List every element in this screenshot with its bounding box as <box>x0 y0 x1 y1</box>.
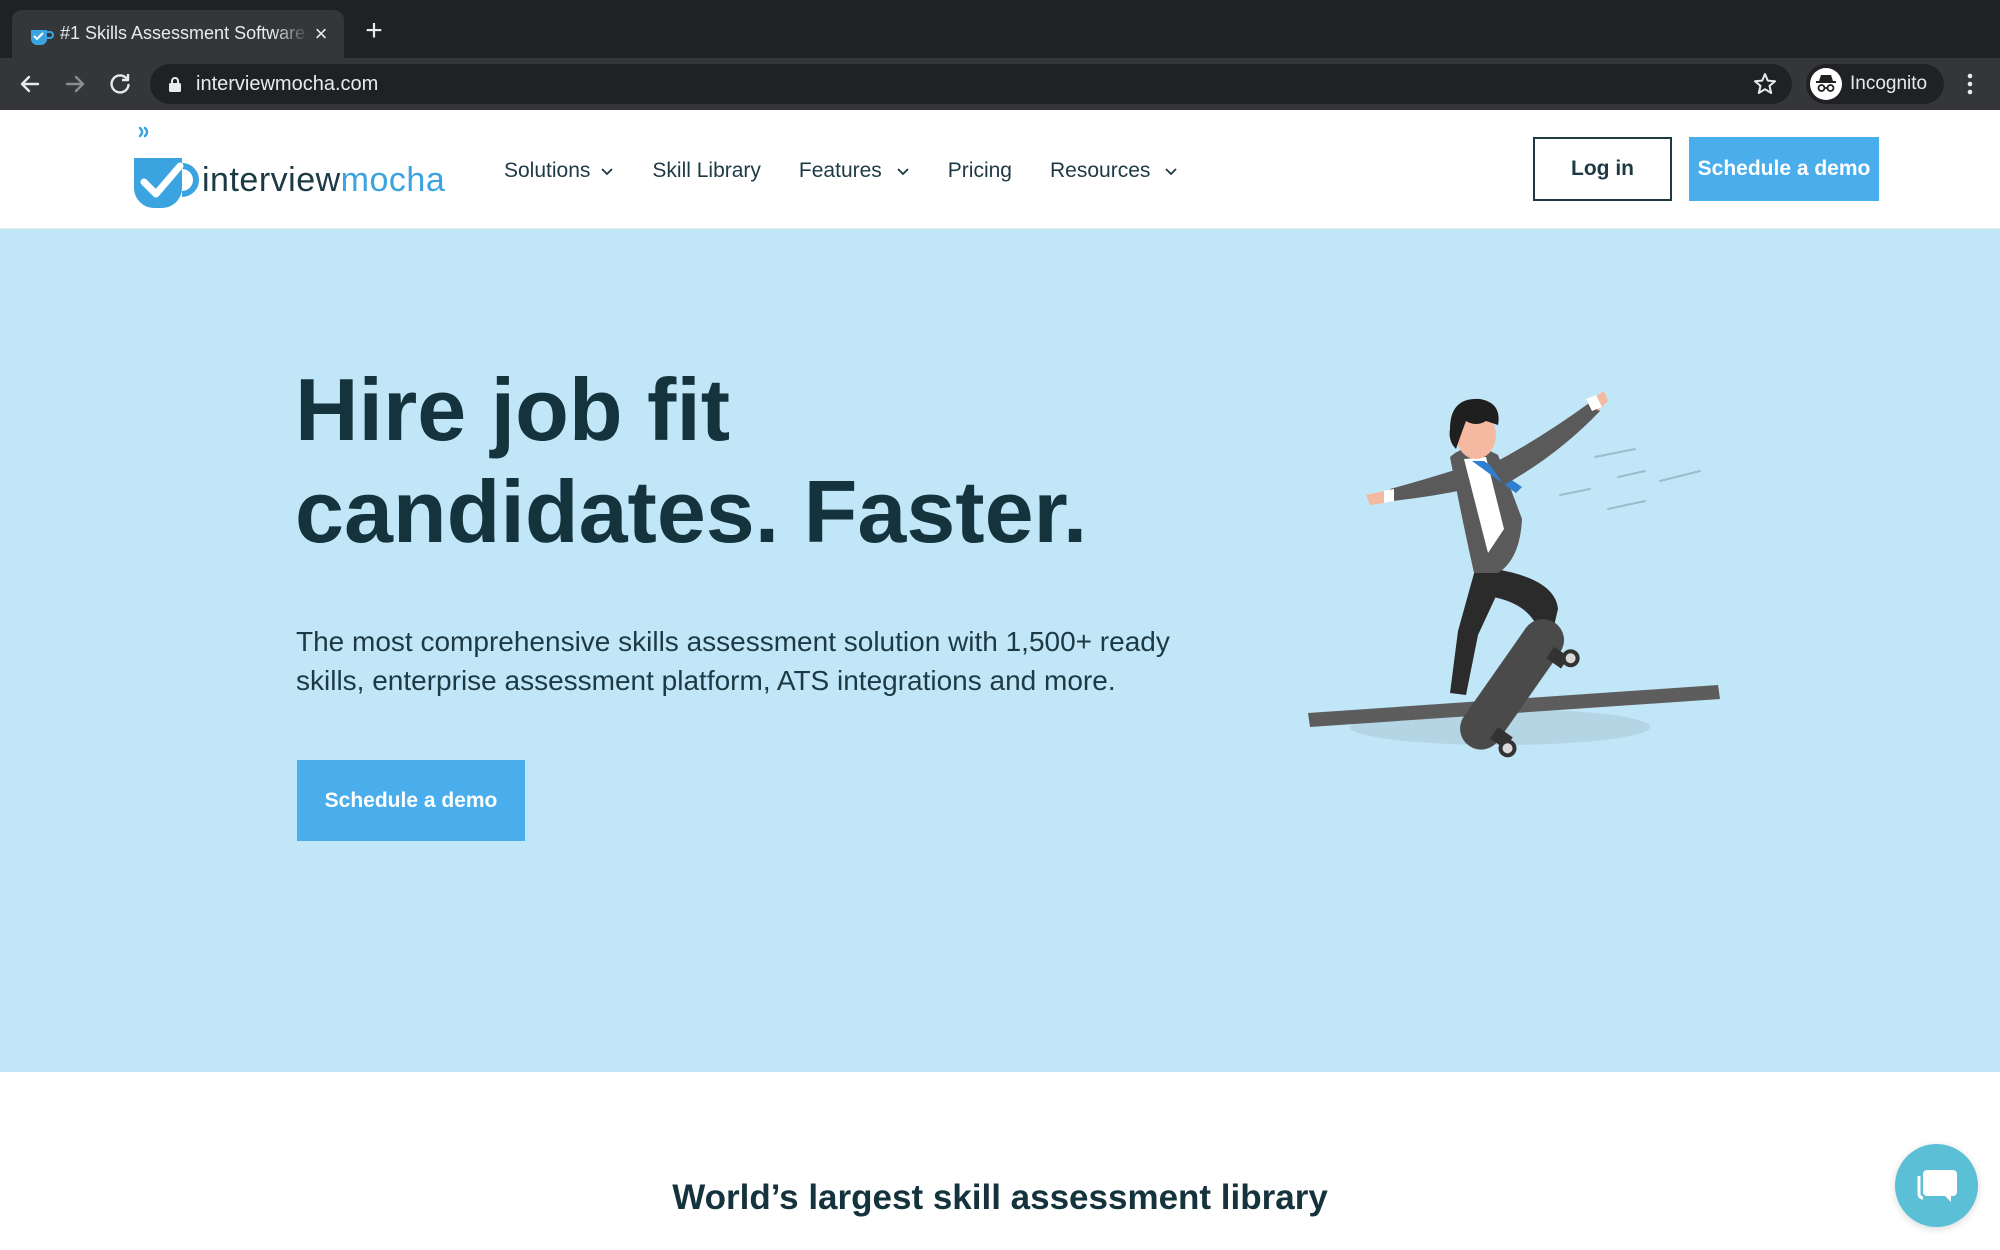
mug-favicon-icon <box>31 30 54 45</box>
hero-title-line-2: candidates. Faster. <box>295 462 1088 561</box>
back-icon[interactable] <box>16 70 44 98</box>
login-button[interactable]: Log in <box>1533 137 1672 201</box>
nav-label: Solutions <box>504 159 591 182</box>
incognito-icon <box>1810 68 1842 100</box>
nav-skill-library[interactable]: Skill Library <box>652 156 761 186</box>
url-text: interviewmocha.com <box>196 73 379 95</box>
tab-close-icon[interactable]: × <box>310 23 332 45</box>
skateboarder-illustration <box>1308 391 1720 758</box>
section-title: World’s largest skill assessment library <box>0 1178 2000 1218</box>
reload-icon[interactable] <box>106 70 134 98</box>
nav-features[interactable]: Features <box>799 156 910 186</box>
schedule-demo-hero-button[interactable]: Schedule a demo <box>297 760 525 841</box>
nav-resources[interactable]: Resources <box>1050 156 1178 186</box>
hero-subtitle: The most comprehensive skills assessment… <box>296 626 1170 696</box>
nav-label: Pricing <box>947 159 1012 182</box>
nav-solutions[interactable]: Solutions <box>504 156 614 186</box>
hero-title: Hire job fit candidates. Faster. <box>295 359 1175 563</box>
new-tab-button[interactable]: + <box>360 16 388 46</box>
chevron-down-icon <box>897 167 909 175</box>
browser-tab[interactable]: #1 Skills Assessment Software × <box>12 10 344 58</box>
chat-widget-button[interactable] <box>1895 1144 1978 1227</box>
lock-icon <box>169 77 181 92</box>
nav-pricing[interactable]: Pricing <box>948 156 1012 186</box>
incognito-profile-button[interactable]: Incognito <box>1806 64 1944 104</box>
chat-icon <box>1917 1170 1957 1202</box>
incognito-label: Incognito <box>1850 73 1928 94</box>
chevron-down-icon <box>601 167 614 175</box>
site-header: interviewmocha Solutions Skill Library F… <box>0 110 2000 229</box>
forward-icon[interactable] <box>61 70 89 98</box>
browser-tab-strip: #1 Skills Assessment Software × + <box>0 0 2000 58</box>
logo-wordmark: interviewmocha <box>202 161 446 199</box>
browser-toolbar: interviewmocha.com Incognito <box>0 58 2000 110</box>
interviewmocha-logo[interactable]: interviewmocha <box>130 126 450 216</box>
main-nav: Solutions Skill Library Features Pricing… <box>504 156 1216 186</box>
address-bar[interactable]: interviewmocha.com <box>150 64 1792 104</box>
schedule-demo-header-button[interactable]: Schedule a demo <box>1689 137 1879 201</box>
tab-title: #1 Skills Assessment Software <box>60 23 306 43</box>
nav-label: Skill Library <box>652 159 761 182</box>
chevron-down-icon <box>1165 167 1178 175</box>
section-title-text: World’s largest skill assessment library <box>672 1178 1328 1217</box>
star-icon[interactable] <box>1752 71 1778 97</box>
kebab-menu-icon[interactable] <box>1960 70 1980 98</box>
nav-label: Resources <box>1050 159 1151 182</box>
hero-title-line-1: Hire job fit <box>295 360 731 459</box>
hero-section: Hire job fit candidates. Faster. The mos… <box>0 229 2000 1072</box>
nav-label: Features <box>798 159 882 182</box>
